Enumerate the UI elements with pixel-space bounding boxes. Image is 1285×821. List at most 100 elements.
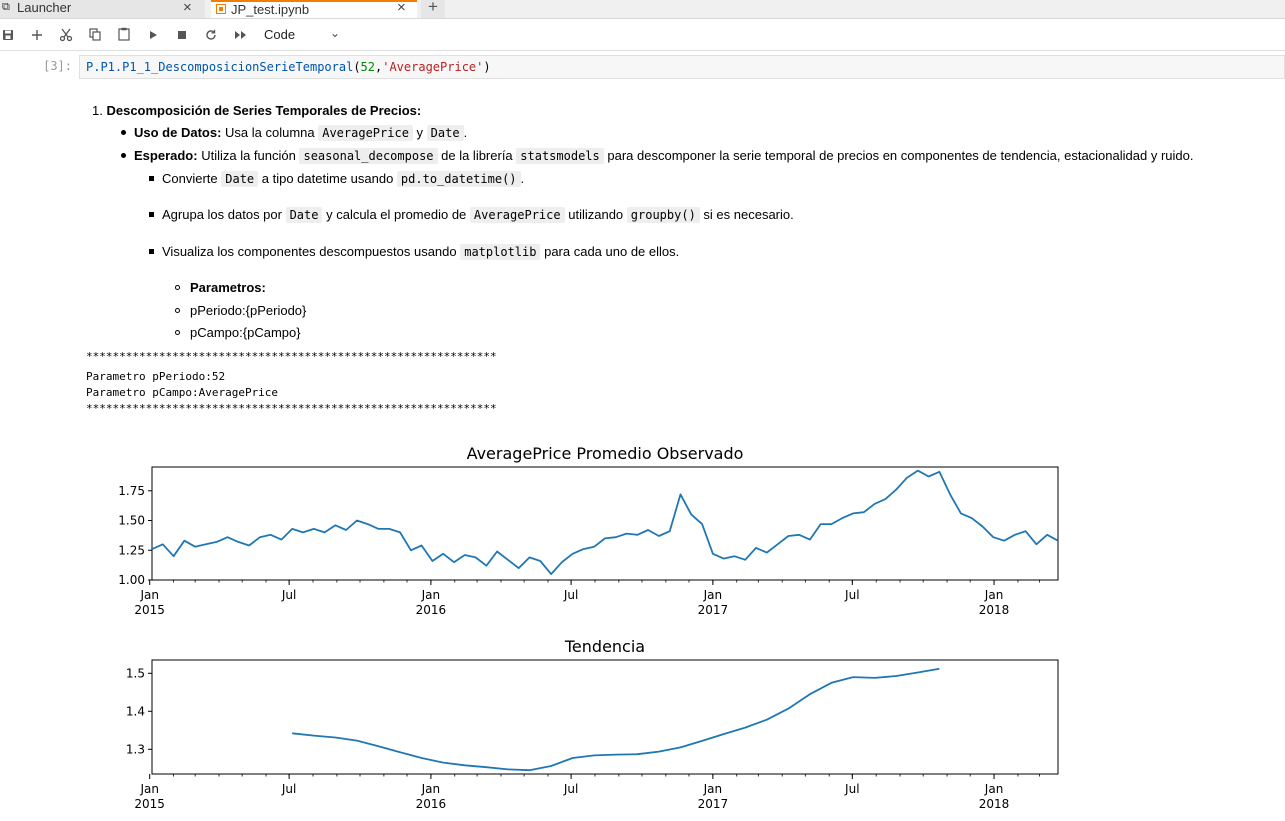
- bullet: [121, 153, 126, 158]
- stdout-separator: ****************************************…: [86, 350, 497, 363]
- code-cell-input[interactable]: P.P1.P1_1_DescomposicionSerieTemporal(52…: [79, 55, 1285, 79]
- label: Esperado:: [134, 148, 198, 163]
- text: Convierte: [162, 171, 222, 186]
- md-heading-item: 1. Descomposición de Series Temporales d…: [92, 103, 421, 118]
- bullet: [149, 249, 154, 254]
- y-tick-label: 1.00: [118, 573, 145, 587]
- notebook-icon: [216, 4, 226, 14]
- bullet: [175, 308, 180, 313]
- inline-code: Date: [285, 207, 323, 223]
- copy-icon[interactable]: [84, 24, 106, 46]
- text: a tipo datetime usando: [258, 171, 397, 186]
- x-tick-label: Jul: [281, 588, 296, 602]
- chevron-down-icon[interactable]: ⌄: [330, 26, 340, 40]
- y-tick-label: 1.25: [118, 543, 145, 557]
- x-tick-label: Jul: [563, 782, 578, 796]
- tab-notebook[interactable]: JP_test.ipynb ×: [211, 0, 417, 18]
- run-icon[interactable]: [142, 24, 164, 46]
- add-icon[interactable]: [26, 24, 48, 46]
- trend-chart: Tendencia1.31.41.5Jan2015Jul Jan2016Jul Ja…: [126, 637, 1059, 811]
- x-tick-sublabel: 2015: [134, 603, 165, 617]
- tab-launcher[interactable]: ⧉ Launcher ×: [0, 0, 205, 18]
- text: de la librería: [437, 148, 517, 163]
- cell-type-select[interactable]: Code: [264, 27, 295, 42]
- x-tick-label: Jul: [844, 782, 859, 796]
- y-tick-label: 1.3: [126, 742, 145, 756]
- code-line: P.P1.P1_1_DescomposicionSerieTemporal(52…: [86, 60, 491, 74]
- code-string: 'AveragePrice': [382, 60, 484, 74]
- notebook-toolbar: Code ⌄: [0, 22, 1285, 51]
- text: utilizando: [564, 207, 627, 222]
- x-tick-label: Jan: [421, 782, 441, 796]
- bullet: [175, 285, 180, 290]
- code-paren: (: [353, 60, 361, 74]
- x-tick-sublabel: 2018: [979, 797, 1010, 811]
- close-icon[interactable]: ×: [183, 0, 192, 16]
- plot-frame: [151, 659, 1059, 775]
- y-tick-label: 1.50: [118, 514, 145, 528]
- y-tick-label: 1.4: [126, 704, 145, 718]
- chart-title: AveragePrice Promedio Observado: [467, 444, 744, 463]
- x-tick-label: Jan: [421, 588, 441, 602]
- md-list-item: Visualiza los componentes descompuestos …: [162, 244, 680, 260]
- text: .: [520, 171, 525, 186]
- md-list-item: pPeriodo:{pPeriodo}: [190, 303, 307, 318]
- inline-code: seasonal_decompose: [299, 148, 438, 164]
- x-tick-label: Jul: [281, 782, 296, 796]
- md-list-item: Agrupa los datos por Date y calcula el p…: [162, 207, 794, 223]
- y-tick-label: 1.5: [126, 666, 145, 680]
- x-tick-label: Jul: [563, 588, 578, 602]
- inline-code: AveragePrice: [318, 125, 413, 141]
- tab-label: JP_test.ipynb: [231, 2, 310, 17]
- x-tick-label: Jan: [703, 782, 723, 796]
- text: y calcula el promedio de: [322, 207, 470, 222]
- inline-code: statsmodels: [516, 148, 604, 164]
- inline-code: Date: [426, 125, 464, 141]
- stop-icon[interactable]: [171, 24, 193, 46]
- code-paren: ): [483, 60, 491, 74]
- stdout-line: Parametro pCampo:AveragePrice: [86, 386, 279, 399]
- bullet: [149, 212, 154, 217]
- text: .: [463, 125, 468, 140]
- x-tick-sublabel: 2017: [698, 797, 729, 811]
- cell-prompt: [3]:: [43, 59, 72, 73]
- md-list-item: Uso de Datos: Usa la columna AveragePric…: [134, 125, 468, 141]
- x-tick-label: Jan: [703, 588, 723, 602]
- launcher-icon: ⧉: [2, 1, 10, 13]
- text: si es necesario.: [699, 207, 794, 222]
- list-number: 1.: [92, 103, 103, 118]
- stdout-separator: ****************************************…: [86, 402, 497, 415]
- x-tick-label: Jan: [984, 782, 1004, 796]
- fast-forward-icon[interactable]: [229, 24, 251, 46]
- code-number: 52: [360, 60, 375, 74]
- paste-icon[interactable]: [113, 24, 135, 46]
- new-tab-button[interactable]: +: [421, 0, 445, 18]
- label: Uso de Datos:: [134, 125, 222, 140]
- x-tick-sublabel: 2015: [134, 797, 165, 811]
- text: Visualiza los componentes descompuestos …: [162, 244, 461, 259]
- x-tick-label: Jul: [844, 588, 859, 602]
- plot-frame: [151, 466, 1059, 581]
- text: Usa la columna: [221, 125, 319, 140]
- inline-code: matplotlib: [460, 244, 541, 260]
- close-icon[interactable]: ×: [397, 0, 406, 16]
- md-list-item: Parametros:: [190, 280, 266, 295]
- text: para descomponer la serie temporal de pr…: [603, 148, 1194, 163]
- text: Utiliza la función: [197, 148, 300, 163]
- inline-code: Date: [221, 171, 259, 187]
- x-tick-sublabel: 2016: [416, 603, 447, 617]
- cut-icon[interactable]: [55, 24, 77, 46]
- code-module: P.P1.P1_1_DescomposicionSerieTemporal: [86, 60, 354, 74]
- stdout-line: Parametro pPeriodo:52: [86, 370, 226, 383]
- inline-code: pd.to_datetime(): [396, 171, 521, 187]
- restart-icon[interactable]: [200, 24, 222, 46]
- md-list-item: Esperado: Utiliza la función seasonal_de…: [134, 148, 1194, 164]
- chart-title: Tendencia: [564, 637, 645, 656]
- x-tick-sublabel: 2017: [698, 603, 729, 617]
- inline-code: AveragePrice: [469, 207, 565, 223]
- text: para cada uno de ellos.: [540, 244, 680, 259]
- tab-label: Launcher: [17, 0, 72, 15]
- text: Agrupa los datos por: [162, 207, 286, 222]
- text: y: [412, 125, 427, 140]
- save-icon[interactable]: [0, 24, 19, 46]
